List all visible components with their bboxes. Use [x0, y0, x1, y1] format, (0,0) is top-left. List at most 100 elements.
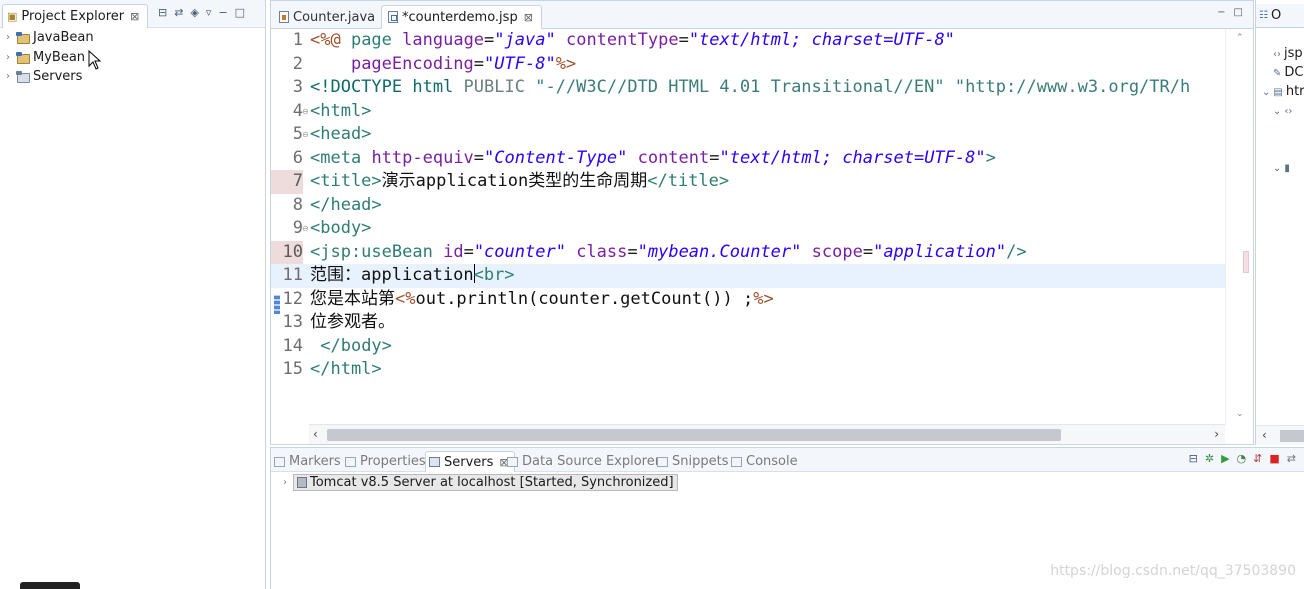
focus-icon[interactable]: ◈: [190, 6, 198, 19]
minimize-icon[interactable]: −: [1217, 7, 1225, 18]
stop-icon[interactable]: ■: [1269, 452, 1279, 465]
scrollbar-thumb[interactable]: [1280, 430, 1304, 442]
scroll-left-icon[interactable]: ‹: [313, 427, 318, 441]
outline-item[interactable]: ‹› jsp: [1273, 46, 1303, 61]
element-icon: ▤: [1273, 87, 1283, 98]
scroll-right-icon[interactable]: ›: [1214, 427, 1219, 441]
code-line[interactable]: 7 <title>演示application类型的生命周期</title>: [271, 170, 1225, 194]
scroll-down-icon[interactable]: ⌄: [1236, 409, 1244, 419]
tab-outline-label: O: [1270, 8, 1282, 23]
publish-icon[interactable]: ⇵: [1253, 452, 1262, 465]
tab-data-source-explorer[interactable]: Data Source Explorer: [507, 451, 660, 472]
outline-item[interactable]: ✎ DC: [1273, 65, 1303, 80]
maximize-icon[interactable]: □: [1234, 7, 1243, 18]
editor-vertical-scrollbar[interactable]: ⌃ ⌄: [1225, 29, 1253, 425]
code-text: <meta http-equiv="Content-Type" content=…: [310, 147, 996, 168]
code-text: <body>: [310, 218, 372, 238]
code-line[interactable]: 10 <jsp:useBean id="counter" class="mybe…: [271, 240, 1225, 264]
code-line[interactable]: 9 ⊖ <body>: [271, 217, 1225, 241]
scroll-left-icon[interactable]: ‹: [1262, 428, 1267, 442]
server-row[interactable]: › Tomcat v8.5 Server at localhost [Start…: [277, 474, 678, 491]
close-icon[interactable]: ⊠: [524, 11, 533, 24]
code-line[interactable]: 14 </body>: [271, 335, 1225, 359]
tab-outline[interactable]: ☷ O: [1256, 4, 1304, 28]
project-explorer-icon: ▣: [7, 10, 18, 23]
tab-counter-java[interactable]: Counter.java: [273, 5, 383, 29]
code-line[interactable]: 13 位参观者。: [271, 311, 1225, 335]
element-icon: ‹›: [1284, 106, 1293, 117]
scroll-up-icon[interactable]: ⌃: [1236, 33, 1244, 43]
tab-markers[interactable]: Markers: [274, 451, 341, 472]
snippets-icon: [657, 456, 668, 467]
watermark: https://blog.csdn.net/qq_37503890: [1050, 563, 1296, 579]
tab-servers[interactable]: Servers ⊠: [425, 451, 515, 472]
line-number: 8: [292, 194, 303, 215]
line-number: 13: [282, 312, 303, 332]
code-line[interactable]: 5 ⊖ <head>: [271, 123, 1225, 147]
link-editor-icon[interactable]: ⇄: [174, 6, 183, 19]
code-line[interactable]: 2 pageEncoding="UTF-8"%>: [271, 53, 1225, 77]
chevron-down-icon[interactable]: ⌄: [1273, 106, 1281, 117]
code-line[interactable]: 6 <meta http-equiv="Content-Type" conten…: [271, 147, 1225, 171]
code-line[interactable]: 15 </html>: [271, 358, 1225, 382]
chevron-right-icon[interactable]: ›: [0, 32, 16, 43]
tab-counterdemo-jsp[interactable]: *counterdemo.jsp ⊠: [381, 5, 542, 29]
tab-properties[interactable]: Properties: [345, 451, 426, 472]
code-text-area[interactable]: 1 <%@ page language="java" contentType="…: [271, 29, 1225, 425]
mouse-cursor-icon: [88, 50, 102, 70]
server-entry-label: Tomcat v8.5 Server at localhost [Started…: [310, 475, 674, 490]
line-number: 9: [292, 218, 303, 238]
scrollbar-thumb[interactable]: [327, 429, 1061, 441]
fold-icon[interactable]: ⊖: [302, 217, 310, 241]
line-number: 11: [282, 265, 303, 285]
tree-item-mybean[interactable]: › MyBean: [0, 48, 265, 68]
close-icon[interactable]: ⊠: [130, 10, 139, 23]
line-number: 10: [271, 240, 303, 264]
code-line[interactable]: 3 <!DOCTYPE html PUBLIC "-//W3C//DTD HTM…: [271, 76, 1225, 100]
start-icon[interactable]: ▶: [1221, 452, 1229, 465]
fold-icon[interactable]: ⊖: [302, 123, 310, 147]
minimize-icon[interactable]: −: [218, 6, 227, 19]
server-entry[interactable]: Tomcat v8.5 Server at localhost [Started…: [293, 474, 678, 491]
code-line[interactable]: 12 您是本站第<%out.println(counter.getCount()…: [271, 288, 1225, 312]
outline-item[interactable]: ⌄ ‹›: [1273, 103, 1295, 118]
tree-item-servers[interactable]: › Servers: [0, 67, 265, 87]
outline-horizontal-scrollbar[interactable]: ‹: [1256, 425, 1304, 445]
outline-icon: ☷: [1259, 10, 1268, 21]
taskbar-stub: [20, 582, 80, 589]
code-line[interactable]: 8 </head>: [271, 194, 1225, 218]
profile-icon[interactable]: ◔: [1237, 452, 1247, 465]
properties-icon: [345, 456, 356, 467]
chevron-down-icon[interactable]: ⌄: [1273, 163, 1281, 174]
overview-ruler-mark[interactable]: [1243, 251, 1249, 273]
tab-snippets[interactable]: Snippets: [657, 451, 728, 472]
chevron-right-icon[interactable]: ›: [0, 52, 16, 63]
chevron-down-icon[interactable]: ⌄: [1262, 87, 1270, 98]
code-line[interactable]: 4 ⊖ <html>: [271, 100, 1225, 124]
line-number: 1: [292, 30, 303, 50]
code-text: 范围：application<br>: [310, 264, 515, 285]
maximize-icon[interactable]: □: [235, 6, 245, 19]
tab-project-explorer[interactable]: ▣ Project Explorer ⊠: [2, 4, 149, 28]
code-line[interactable]: 1 <%@ page language="java" contentType="…: [271, 29, 1225, 53]
collapse-icon[interactable]: ⊟: [1189, 452, 1198, 465]
chevron-right-icon[interactable]: ›: [277, 477, 293, 488]
outline-item[interactable]: ⌄ ▤ htr: [1262, 84, 1304, 99]
code-editor: Counter.java *counterdemo.jsp ⊠ − □ 1 <%…: [270, 0, 1254, 445]
debug-icon[interactable]: ✲: [1205, 452, 1214, 465]
chevron-right-icon[interactable]: ›: [0, 71, 16, 82]
view-menu-icon[interactable]: ▿: [206, 6, 212, 19]
collapse-all-icon[interactable]: ⊟: [158, 6, 167, 19]
tab-console[interactable]: Console: [731, 451, 798, 472]
tree-item-javabean[interactable]: › JavaBean: [0, 28, 265, 48]
code-line-current[interactable]: 11 范围：application<br>: [271, 264, 1225, 288]
console-icon: [731, 456, 742, 467]
server-folder-icon: [16, 71, 30, 84]
editor-horizontal-scrollbar[interactable]: ‹ ›: [309, 424, 1225, 444]
line-number: 7: [271, 170, 303, 194]
outline-item[interactable]: ⌄ ▮: [1273, 160, 1293, 175]
publish-sync-icon[interactable]: ⇄: [1287, 452, 1296, 465]
markers-icon: [274, 456, 285, 467]
line-number: 12: [282, 288, 303, 309]
fold-icon[interactable]: ⊖: [302, 100, 310, 124]
